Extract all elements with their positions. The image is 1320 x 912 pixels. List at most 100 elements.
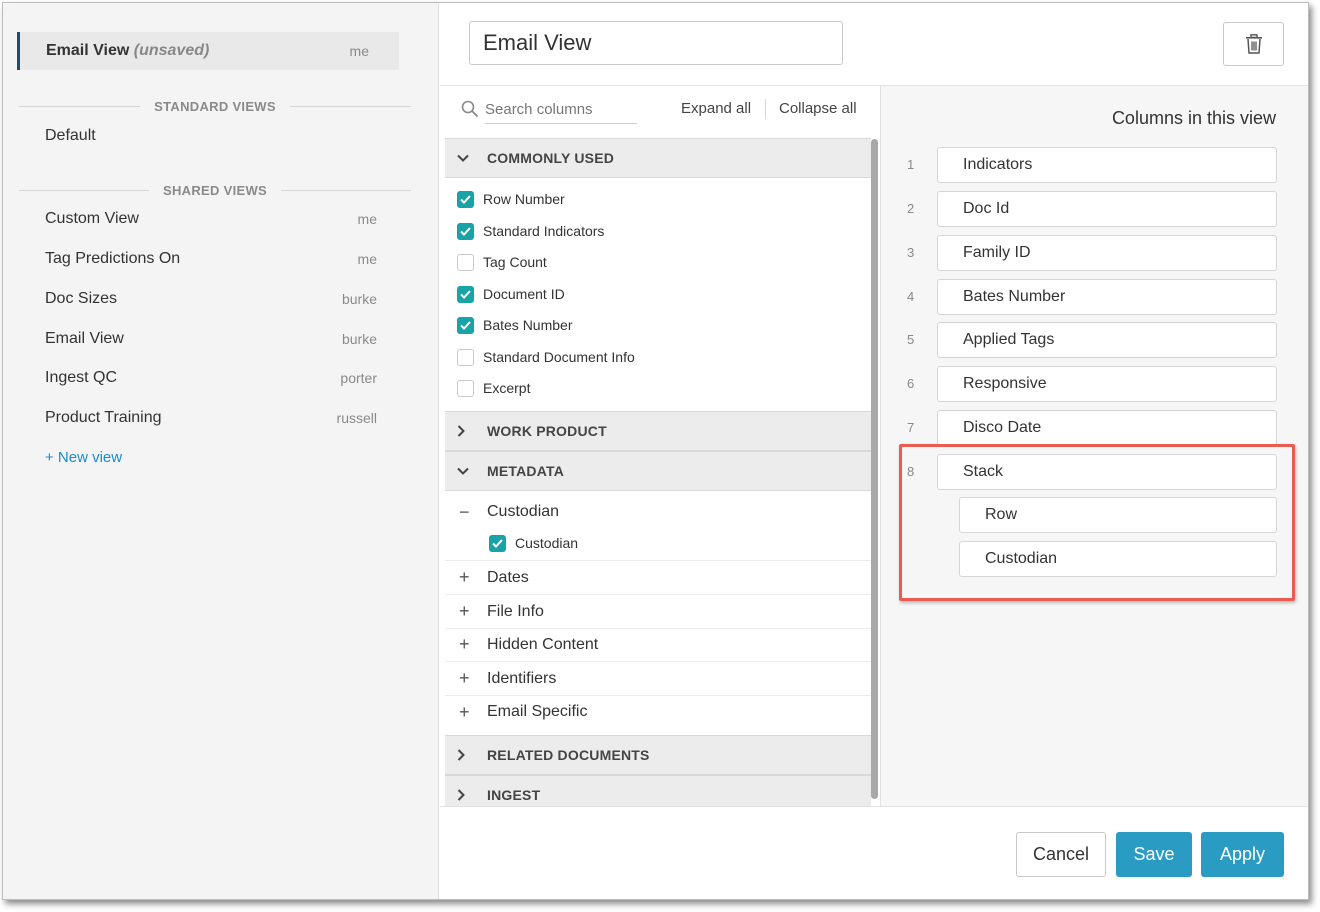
- view-owner: burke: [341, 291, 377, 307]
- subgroup-label: Hidden Content: [487, 635, 599, 653]
- checkbox-checked[interactable]: [489, 534, 506, 552]
- checkbox-unchecked[interactable]: [457, 379, 474, 397]
- column-option-label: Bates Number: [483, 317, 573, 333]
- view-owner: russell: [336, 410, 377, 426]
- view-column-item[interactable]: Bates Number: [937, 279, 1277, 315]
- group-label: RELATED DOCUMENTS: [487, 747, 650, 763]
- search-icon: [461, 100, 479, 118]
- column-option-label: Tag Count: [483, 254, 547, 270]
- view-column-stack[interactable]: Stack: [937, 454, 1277, 490]
- plus-icon: +: [459, 668, 470, 688]
- subgroup-email-specific[interactable]: + Email Specific: [445, 695, 871, 729]
- column-option-standard-document-info[interactable]: Standard Document Info: [457, 346, 635, 368]
- subgroup-dates[interactable]: + Dates: [445, 561, 871, 595]
- view-name: Default: [45, 127, 96, 144]
- sidebar-item-custom-view[interactable]: Custom View me: [45, 208, 377, 230]
- chevron-right-icon: [457, 789, 487, 801]
- group-commonly-used[interactable]: COMMONLY USED: [445, 138, 871, 178]
- view-name: Custom View: [45, 210, 139, 227]
- view-owner: me: [357, 251, 377, 267]
- plus-icon: +: [459, 567, 470, 587]
- view-column-item[interactable]: Indicators: [937, 147, 1277, 183]
- plus-icon: +: [459, 701, 470, 722]
- subgroup-file-info[interactable]: + File Info: [445, 595, 871, 629]
- apply-button[interactable]: Apply: [1201, 832, 1284, 877]
- view-column-item[interactable]: Family ID: [937, 235, 1277, 271]
- view-name: Ingest QC: [45, 369, 118, 386]
- group-work-product[interactable]: WORK PRODUCT: [445, 411, 871, 451]
- minus-icon: −: [459, 501, 470, 522]
- column-position: 8: [907, 464, 915, 479]
- group-metadata[interactable]: METADATA: [445, 451, 871, 491]
- toolbar-separator: [765, 99, 766, 119]
- column-option-custodian[interactable]: Custodian: [489, 532, 578, 554]
- subgroup-identifiers[interactable]: + Identifiers: [445, 662, 871, 696]
- sidebar-item-tag-predictions-on[interactable]: Tag Predictions On me: [45, 248, 377, 270]
- column-position: 1: [907, 157, 915, 172]
- view-column-item[interactable]: Doc Id: [937, 191, 1277, 227]
- checkbox-checked[interactable]: [457, 285, 474, 303]
- new-view-link[interactable]: + New view: [45, 449, 122, 466]
- chevron-right-icon: [457, 749, 487, 761]
- sidebar-item-default[interactable]: Default: [45, 125, 377, 147]
- column-position: 6: [907, 376, 915, 391]
- sidebar-item-email-view[interactable]: Email View burke: [45, 328, 377, 350]
- view-name: Tag Predictions On: [45, 250, 181, 267]
- column-option-label: Standard Document Info: [483, 349, 635, 365]
- column-option-excerpt[interactable]: Excerpt: [457, 377, 530, 399]
- checkbox-unchecked[interactable]: [457, 348, 474, 366]
- column-option-label: Document ID: [483, 286, 565, 302]
- stacked-column-row[interactable]: Row: [959, 497, 1277, 533]
- subgroup-hidden-content[interactable]: + Hidden Content: [445, 628, 871, 662]
- current-view-name: Email View: [46, 42, 130, 59]
- column-picker: Expand all Collapse all COMMONLY USED Ro…: [443, 86, 879, 806]
- view-column-item[interactable]: Disco Date: [937, 410, 1277, 446]
- column-position: 2: [907, 201, 915, 216]
- save-button[interactable]: Save: [1116, 832, 1192, 877]
- checkbox-checked[interactable]: [457, 316, 474, 334]
- checkbox-unchecked[interactable]: [457, 253, 474, 271]
- current-view-owner: me: [349, 43, 369, 59]
- column-option-bates-number[interactable]: Bates Number: [457, 314, 572, 336]
- subgroup-label: Dates: [487, 568, 529, 586]
- column-option-standard-indicators[interactable]: Standard Indicators: [457, 220, 604, 242]
- checkbox-checked[interactable]: [457, 190, 474, 208]
- view-column-item[interactable]: Applied Tags: [937, 322, 1277, 358]
- group-label: METADATA: [487, 463, 565, 479]
- chevron-right-icon: [457, 425, 487, 437]
- view-name-input[interactable]: Email View: [469, 21, 843, 65]
- view-column-item[interactable]: Responsive: [937, 366, 1277, 402]
- stacked-column-custodian[interactable]: Custodian: [959, 541, 1277, 577]
- plus-icon: +: [459, 601, 470, 621]
- sidebar-item-current-view[interactable]: Email View (unsaved) me: [17, 32, 399, 70]
- column-option-row-number[interactable]: Row Number: [457, 188, 565, 210]
- sidebar-item-product-training[interactable]: Product Training russell: [45, 407, 377, 429]
- sidebar-item-ingest-qc[interactable]: Ingest QC porter: [45, 367, 377, 389]
- standard-views-divider: STANDARD VIEWS: [19, 98, 411, 114]
- column-list-scrollbar[interactable]: [871, 139, 878, 799]
- sidebar-item-doc-sizes[interactable]: Doc Sizes burke: [45, 288, 377, 310]
- expand-all-button[interactable]: Expand all: [681, 100, 751, 117]
- group-ingest[interactable]: INGEST: [445, 775, 871, 806]
- chevron-down-icon: [457, 467, 487, 475]
- checkbox-checked[interactable]: [457, 222, 474, 240]
- column-option-tag-count[interactable]: Tag Count: [457, 251, 547, 273]
- column-position: 5: [907, 332, 915, 347]
- cancel-button[interactable]: Cancel: [1016, 832, 1106, 877]
- column-option-document-id[interactable]: Document ID: [457, 283, 565, 305]
- group-label: INGEST: [487, 787, 541, 803]
- collapse-all-button[interactable]: Collapse all: [779, 100, 857, 117]
- current-view-status: (unsaved): [133, 42, 210, 59]
- delete-view-button[interactable]: [1223, 22, 1284, 66]
- views-sidebar: Email View (unsaved) me STANDARD VIEWS D…: [3, 3, 439, 899]
- column-position: 4: [907, 289, 915, 304]
- column-option-label: Standard Indicators: [483, 223, 605, 239]
- column-position: 3: [907, 245, 915, 260]
- subgroup-custodian[interactable]: − Custodian: [445, 495, 871, 529]
- subgroup-label: File Info: [487, 602, 544, 620]
- group-related-documents[interactable]: RELATED DOCUMENTS: [445, 735, 871, 775]
- view-name: Doc Sizes: [45, 290, 118, 307]
- column-groups-list: COMMONLY USED Row Number Standard Indica…: [443, 138, 871, 806]
- search-columns-input[interactable]: [485, 96, 637, 124]
- column-option-label: Excerpt: [483, 380, 531, 396]
